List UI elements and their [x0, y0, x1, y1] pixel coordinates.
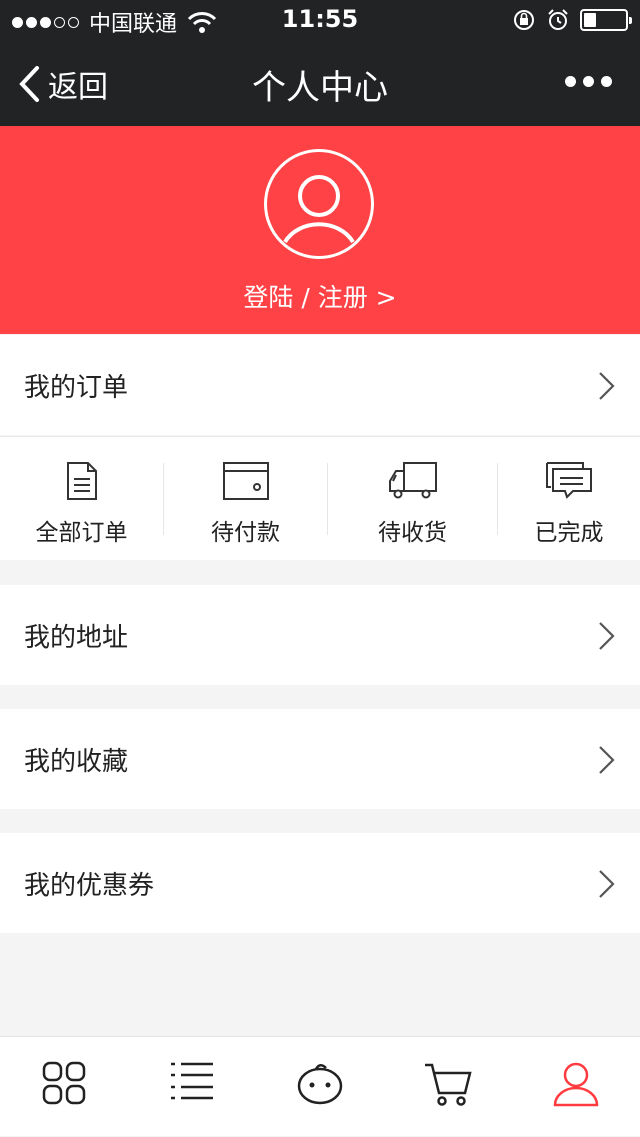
status-indicators [512, 8, 632, 32]
my-orders-label: 我的订单 [24, 373, 129, 403]
list-icon [171, 1062, 213, 1100]
alarm-icon [548, 9, 568, 30]
chevron-right-icon [599, 372, 615, 400]
tab-label: 待付款 [211, 520, 280, 546]
mascot-icon [297, 1064, 343, 1105]
truck-icon [388, 462, 437, 499]
chevron-right-icon [599, 746, 615, 774]
cart-icon [425, 1063, 472, 1106]
tab-all-orders[interactable]: 全部订单 [0, 437, 163, 561]
my-favorites-row[interactable]: 我的收藏 [0, 709, 640, 809]
tab-pending-payment[interactable]: 待付款 [164, 437, 327, 561]
order-status-tabs: 全部订单 待付款 待收货 已完成 [0, 436, 640, 560]
tab-label: 已完成 [534, 520, 604, 546]
tabbar-home[interactable] [0, 1037, 128, 1137]
chevron-right-icon [599, 870, 615, 898]
avatar[interactable] [264, 149, 374, 259]
user-icon [553, 1062, 599, 1107]
profile-banner: 登陆 / 注册 > [0, 126, 640, 334]
tab-completed[interactable]: 已完成 [498, 437, 640, 561]
tabbar-cart[interactable] [384, 1037, 512, 1137]
my-orders-row[interactable]: 我的订单 [0, 335, 640, 435]
my-coupons-label: 我的优惠券 [24, 871, 155, 901]
chevron-right-icon [599, 622, 615, 650]
grid-icon [42, 1061, 86, 1105]
status-bar: 中国联通 11:55 [0, 0, 640, 40]
document-icon [66, 462, 97, 500]
more-options-button[interactable] [565, 76, 612, 87]
user-avatar-icon [283, 175, 355, 244]
navigation-bar: 返回 个人中心 [0, 40, 640, 126]
wallet-icon [222, 462, 269, 500]
my-favorites-label: 我的收藏 [24, 747, 129, 777]
rotation-lock-icon [514, 10, 534, 30]
bottom-tab-bar [0, 1036, 640, 1136]
tab-label: 全部订单 [35, 520, 128, 546]
tabbar-categories[interactable] [128, 1037, 256, 1137]
tabbar-profile[interactable] [512, 1037, 640, 1137]
tab-label: 待收货 [378, 520, 447, 546]
chat-icon [546, 462, 592, 499]
my-address-row[interactable]: 我的地址 [0, 585, 640, 685]
my-coupons-row[interactable]: 我的优惠券 [0, 833, 640, 933]
login-register-link[interactable]: 登陆 / 注册 > [0, 278, 640, 314]
my-address-label: 我的地址 [24, 623, 129, 653]
battery-icon [580, 9, 632, 31]
page-title: 个人中心 [252, 68, 388, 108]
more-dots-icon [565, 76, 576, 87]
tabbar-discover[interactable] [256, 1037, 384, 1137]
tab-pending-receipt[interactable]: 待收货 [328, 437, 497, 561]
